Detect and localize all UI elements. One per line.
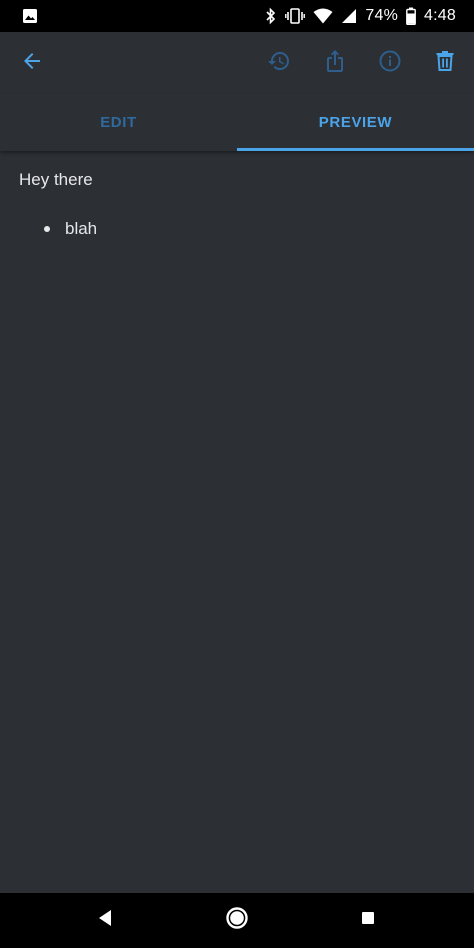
app-screen: 74% 4:48 EDIT PREVIEW Hey there blah xyxy=(0,0,474,948)
preview-paragraph: Hey there xyxy=(19,170,93,189)
nav-back-icon xyxy=(97,909,113,932)
delete-icon xyxy=(433,49,457,78)
signal-icon xyxy=(341,8,357,24)
preview-content: Hey there blah xyxy=(0,151,474,893)
battery-percent: 74% xyxy=(365,7,399,24)
wifi-icon xyxy=(313,8,333,24)
app-bar xyxy=(0,32,474,94)
bluetooth-icon xyxy=(265,7,277,25)
history-icon xyxy=(267,49,291,78)
tab-bar: EDIT PREVIEW xyxy=(0,94,474,151)
clock: 4:48 xyxy=(424,7,456,24)
bullet-dot xyxy=(44,226,50,232)
nav-home-button[interactable] xyxy=(207,893,267,948)
status-bar: 74% 4:48 xyxy=(0,0,474,32)
bullet-list-item: blah xyxy=(44,219,97,239)
nav-recents-icon xyxy=(360,910,376,931)
nav-home-icon xyxy=(225,906,249,935)
back-arrow-icon xyxy=(20,49,44,78)
info-icon xyxy=(378,49,402,78)
battery-icon xyxy=(406,7,416,25)
tab-preview[interactable]: PREVIEW xyxy=(237,94,474,151)
tab-preview-label: PREVIEW xyxy=(318,114,393,131)
bullet-text: blah xyxy=(65,219,98,238)
navigation-bar xyxy=(0,893,474,948)
share-icon xyxy=(323,49,347,78)
back-button[interactable] xyxy=(8,32,56,94)
nav-recents-button[interactable] xyxy=(338,893,398,948)
image-icon xyxy=(22,8,38,24)
nav-back-button[interactable] xyxy=(75,893,135,948)
delete-button[interactable] xyxy=(421,32,469,94)
tab-indicator xyxy=(237,148,474,151)
info-button[interactable] xyxy=(366,32,414,94)
history-button[interactable] xyxy=(255,32,303,94)
tab-edit[interactable]: EDIT xyxy=(0,94,237,151)
vibrate-icon xyxy=(285,7,306,25)
status-icons: 74% 4:48 xyxy=(265,0,456,32)
share-button[interactable] xyxy=(311,32,359,94)
